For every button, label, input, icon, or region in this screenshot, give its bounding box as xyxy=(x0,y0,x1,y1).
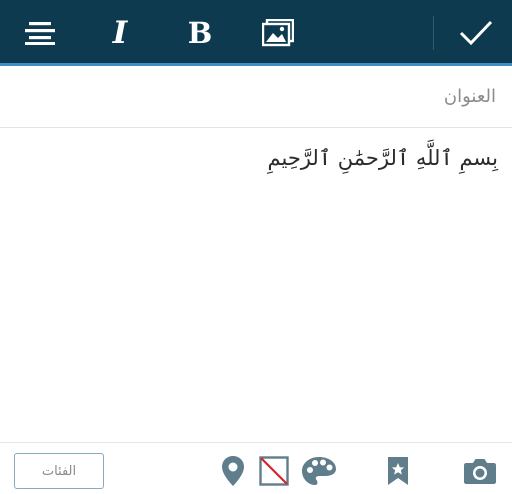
editor-toolbar: I B xyxy=(0,0,512,66)
featured-image-button[interactable] xyxy=(258,453,290,489)
insert-image-button[interactable] xyxy=(256,0,300,66)
theme-button[interactable] xyxy=(300,453,338,489)
bookmark-star-icon xyxy=(388,457,408,485)
camera-button[interactable] xyxy=(462,453,498,489)
title-placeholder: العنوان xyxy=(443,86,496,107)
bottom-toolbar: الفئات xyxy=(0,442,512,494)
title-field[interactable]: العنوان xyxy=(0,66,512,128)
location-pin-icon xyxy=(222,456,244,486)
camera-icon xyxy=(464,459,496,484)
check-icon xyxy=(459,20,493,46)
palette-icon xyxy=(302,457,336,485)
location-button[interactable] xyxy=(218,453,248,489)
image-icon xyxy=(262,19,294,47)
align-center-button[interactable] xyxy=(18,0,62,66)
italic-button[interactable]: I xyxy=(98,0,142,66)
post-content[interactable]: بِسمِ ٱللَّهِ ٱلرَّحمَٰنِ ٱلرَّحِيمِ xyxy=(268,146,498,170)
no-featured-image-icon xyxy=(259,456,289,486)
post-format-button[interactable] xyxy=(383,453,413,489)
align-center-icon xyxy=(25,22,55,45)
toolbar-divider xyxy=(433,16,434,50)
publish-check-button[interactable] xyxy=(452,0,500,66)
bold-button[interactable]: B xyxy=(178,0,222,66)
categories-button[interactable]: الفئات xyxy=(14,453,104,489)
